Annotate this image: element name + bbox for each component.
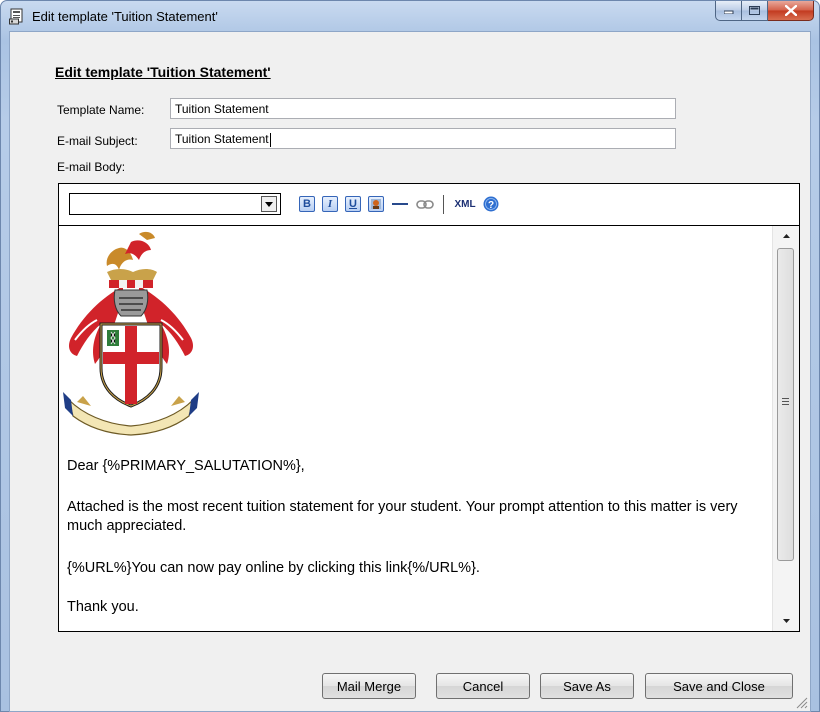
thumb-grip-line (782, 401, 789, 402)
hyperlink-button[interactable] (415, 196, 435, 212)
thumb-grip-line (782, 404, 789, 405)
editor-toolbar: B I U XML ? (59, 184, 799, 226)
cancel-button[interactable]: Cancel (436, 673, 530, 699)
template-name-input[interactable]: Tuition Statement (170, 98, 676, 119)
italic-label: I (327, 198, 333, 210)
save-as-label: Save As (563, 678, 611, 694)
maximize-button[interactable] (742, 1, 768, 21)
thumb-grip-line (782, 398, 789, 399)
help-icon: ? (483, 196, 499, 212)
text-caret (269, 132, 271, 147)
minimize-button[interactable] (715, 1, 742, 21)
mail-merge-button[interactable]: Mail Merge (322, 673, 416, 699)
help-button[interactable]: ? (483, 196, 499, 212)
email-subject-input[interactable]: Tuition Statement (170, 128, 676, 149)
template-name-label: Template Name: (57, 103, 145, 117)
school-crest-logo (63, 231, 199, 436)
xml-button[interactable]: XML (453, 196, 477, 212)
horizontal-line-icon (392, 203, 408, 205)
link-icon (416, 199, 434, 209)
greeting-line: Dear {%PRIMARY_SALUTATION%}, (67, 458, 305, 474)
window-title: Edit template 'Tuition Statement' (32, 9, 218, 24)
closing-line: Thank you. (67, 599, 139, 615)
italic-button[interactable]: I (322, 196, 338, 212)
scroll-down-button[interactable] (777, 613, 795, 629)
email-subject-value: Tuition Statement (175, 132, 269, 146)
chevron-down-icon (265, 201, 273, 207)
body-paragraph-2: {%URL%}You can now pay online by clickin… (67, 560, 480, 576)
template-name-value: Tuition Statement (175, 102, 269, 116)
editor-scrollbar[interactable] (772, 226, 799, 631)
save-and-close-button[interactable]: Save and Close (645, 673, 793, 699)
email-subject-label: E-mail Subject: (57, 134, 138, 148)
scrollbar-thumb[interactable] (777, 248, 794, 561)
window-controls (715, 1, 814, 23)
underline-label: U (349, 198, 357, 210)
xml-label: XML (454, 198, 476, 210)
template-app-icon (9, 8, 23, 25)
minimize-icon (723, 10, 733, 14)
close-button[interactable] (768, 1, 814, 21)
maximize-icon (749, 6, 760, 15)
scroll-up-arrow-icon (782, 234, 790, 238)
svg-text:?: ? (488, 200, 494, 211)
format-dropdown-button[interactable] (261, 196, 277, 212)
dialog-heading: Edit template 'Tuition Statement' (55, 64, 271, 80)
email-body-label: E-mail Body: (57, 160, 126, 174)
title-bar[interactable]: Edit template 'Tuition Statement' (1, 1, 819, 31)
email-body-editor: B I U XML ? Dear {%PRIMARY_SALUTATION%},… (58, 183, 800, 632)
resize-grip-icon[interactable] (794, 695, 808, 709)
body-paragraph-1: Attached is the most recent tuition stat… (67, 499, 738, 534)
insert-image-button[interactable] (368, 196, 384, 212)
bold-button[interactable]: B (299, 196, 315, 212)
format-select[interactable] (69, 193, 281, 215)
scroll-up-button[interactable] (777, 228, 795, 244)
mail-merge-label: Mail Merge (336, 678, 402, 694)
save-as-button[interactable]: Save As (540, 673, 634, 699)
dialog-client-area: Edit template 'Tuition Statement' Templa… (9, 31, 811, 712)
underline-button[interactable]: U (345, 196, 361, 212)
scroll-down-arrow-icon (782, 619, 790, 623)
bold-label: B (303, 198, 311, 210)
horizontal-rule-button[interactable] (392, 196, 408, 212)
editor-content[interactable]: Dear {%PRIMARY_SALUTATION%}, Attached is… (59, 226, 772, 631)
toolbar-separator (443, 195, 444, 214)
image-icon (371, 199, 381, 209)
cancel-label: Cancel (462, 678, 504, 694)
edit-template-window: Edit template 'Tuition Statement' Edit t… (0, 0, 820, 712)
save-and-close-label: Save and Close (673, 678, 765, 694)
close-icon (784, 5, 797, 16)
